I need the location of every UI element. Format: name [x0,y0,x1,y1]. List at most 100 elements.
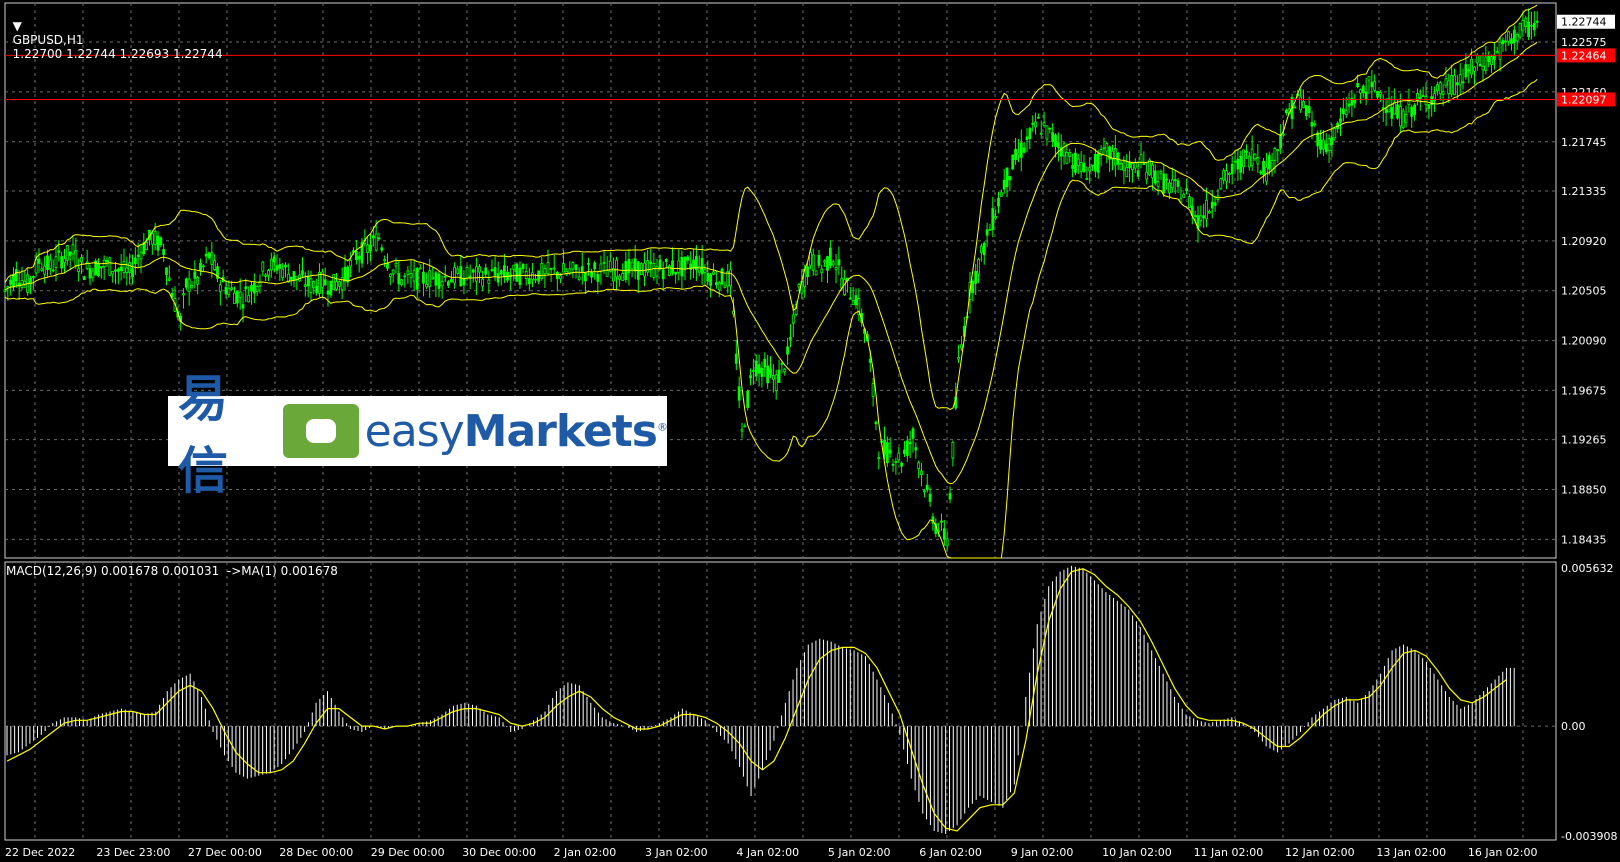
candle-body [848,297,852,300]
candle-body [349,260,353,267]
candle-body [1364,91,1368,100]
candle-body [230,287,234,290]
candle-body [1339,118,1342,123]
candle-body [1188,196,1191,208]
candle-body [503,265,506,278]
candle-body [633,258,637,272]
candle-body [783,369,787,373]
candle-body [760,367,764,377]
candle-body [1239,156,1243,173]
candle-body [1082,162,1086,172]
candle-body [1022,147,1026,153]
candle-body [1262,160,1265,176]
candle-body [1054,134,1057,147]
candle-body [1515,33,1519,42]
candle-body [518,267,522,285]
candle-body [323,279,327,286]
candle-body [720,268,724,285]
logo-green-box-icon [282,404,359,458]
y-tick-label: 1.21745 [1561,136,1607,149]
candle-body [971,280,975,293]
candle-body [621,272,625,281]
candle-body [988,228,992,231]
candle-body [1222,169,1226,181]
candle-body [599,263,603,272]
candle-body [440,281,444,287]
candle-body [1014,148,1017,161]
price-level-label: 1.22464 [1561,49,1607,62]
candle-body [74,250,78,266]
candle-body [1259,171,1263,174]
candle-body [1401,110,1405,129]
dropdown-triangle-icon[interactable]: ▼ [13,19,22,33]
candle-body [1455,82,1459,86]
candle-body [527,278,531,285]
candle-body [128,262,132,273]
candle-body [82,276,86,281]
candle-body [714,282,718,286]
candle-body [1076,158,1080,167]
candle-body [671,260,674,274]
candle-body [885,442,889,464]
candle-body [1438,82,1442,94]
candle-body [780,362,784,365]
candle-body [122,260,126,273]
candle-body [20,280,24,288]
candle-body [763,358,767,368]
candle-body [165,267,168,275]
candle-body [1045,125,1049,140]
candle-body [289,276,293,280]
x-tick-label: 6 Jan 02:00 [919,846,982,859]
candle-body [1390,107,1394,119]
candle-body [218,284,222,292]
candle-body [366,244,370,254]
macd-y-tick-label: 0.00 [1561,720,1586,733]
candle-body [1310,121,1314,127]
candle-body [247,295,251,303]
candle-body [337,281,341,287]
candle-body [1404,113,1408,123]
candle-body [823,260,827,263]
candle-body [837,259,841,266]
candle-body [1279,134,1283,149]
candle-body [1236,158,1240,170]
candle-body [309,278,313,293]
candle-body [740,429,744,432]
candle-body [456,268,460,274]
candle-body [116,268,120,272]
candle-body [1530,24,1533,27]
candle-body [48,259,52,270]
candle-body [415,267,419,290]
candle-body [238,291,242,298]
candle-body [1473,66,1476,72]
candle-body [1501,40,1505,45]
candle-body [568,268,572,274]
candle-body [774,374,778,391]
candle-body [244,286,248,290]
candle-body [133,257,137,265]
candle-body [980,245,983,254]
candle-body [1210,201,1214,209]
candle-body [1065,151,1069,164]
candle-body [574,264,578,271]
candle-body [991,208,995,230]
symbol-header: ▼ GBPUSD,H1 1.22700 1.22744 1.22693 1.22… [5,5,223,61]
candle-body [201,265,205,268]
candle-body [1139,154,1143,163]
candle-body [184,278,188,288]
candle-body [484,267,488,275]
candle-body [1028,128,1032,139]
candle-body [1302,101,1305,109]
candle-body [571,262,575,270]
candle-body [1359,89,1362,94]
candle-body [306,275,310,287]
candle-body [380,247,384,251]
candle-body [1379,91,1382,95]
candle-body [900,462,903,467]
candle-body [1019,142,1023,158]
candle-body [1284,109,1288,114]
candle-body [1341,108,1345,115]
candle-body [267,270,270,276]
candle-body [136,254,140,257]
candle-body [1299,96,1302,111]
